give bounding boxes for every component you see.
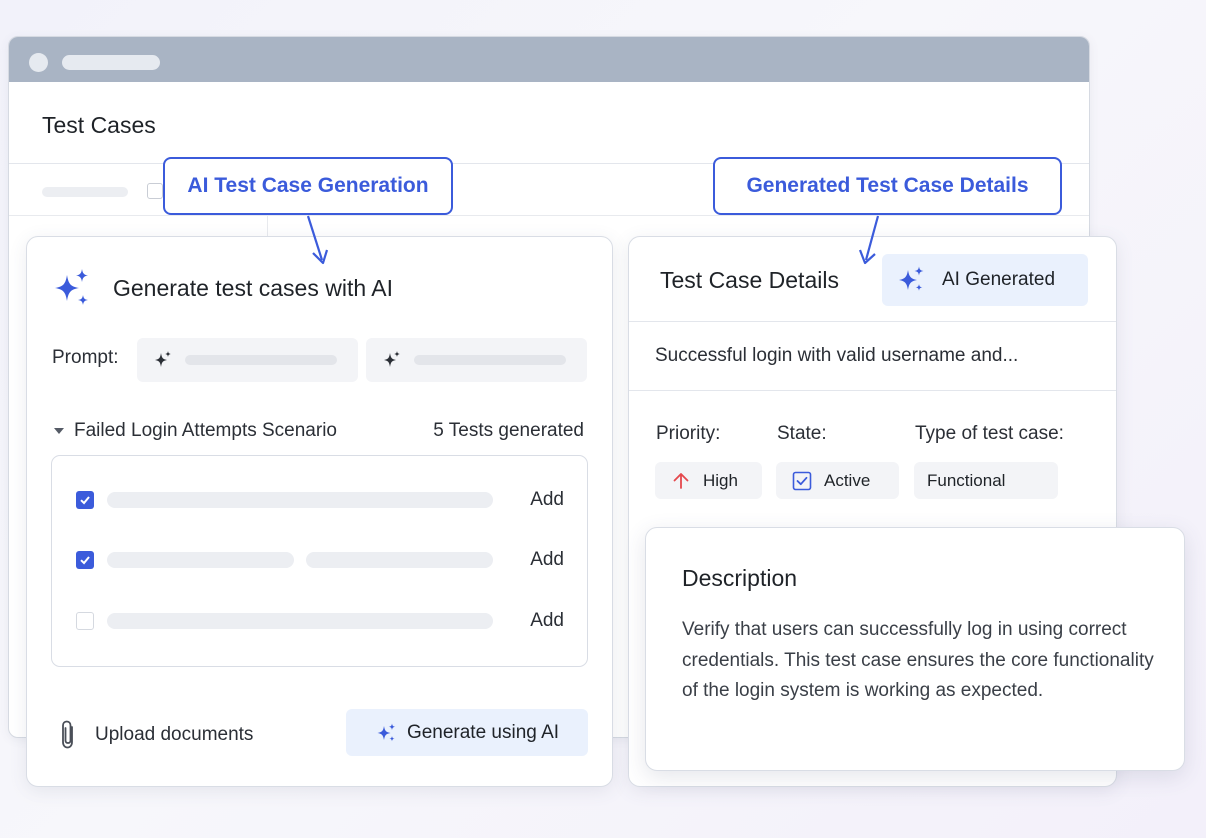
ai-generated-label: AI Generated	[942, 269, 1056, 290]
description-body: Verify that users can successfully log i…	[682, 619, 1154, 701]
state-value: Active	[824, 470, 871, 490]
test-row: Add	[76, 488, 564, 512]
window-titlebar	[9, 37, 1089, 82]
test-checkbox[interactable]	[76, 612, 94, 630]
test-case-summary: Successful login with valid username and…	[655, 345, 1019, 366]
sparkle-icon	[55, 269, 88, 305]
details-title: Test Case Details	[660, 267, 839, 293]
test-title-placeholder	[107, 613, 493, 629]
callout-ai-generation: AI Test Case Generation	[163, 157, 453, 215]
tests-count: 5 Tests generated	[433, 420, 584, 441]
sparkle-icon	[899, 266, 924, 291]
toolbar-placeholder	[42, 187, 128, 197]
generator-title: Generate test cases with AI	[113, 274, 393, 301]
add-test-button[interactable]: Add	[530, 489, 564, 511]
caret-down-icon	[54, 428, 64, 434]
test-title-placeholder	[306, 552, 493, 568]
prompt-suggestion-2-placeholder	[414, 355, 566, 365]
state-label: State:	[777, 423, 827, 444]
test-checkbox[interactable]	[76, 551, 94, 569]
test-title-placeholder	[107, 552, 294, 568]
upload-documents-button[interactable]: Upload documents	[57, 718, 253, 752]
state-chip[interactable]: Active	[776, 462, 899, 499]
checkbox-icon	[792, 471, 812, 490]
toolbar-divider	[9, 215, 1089, 216]
test-row: Add	[76, 609, 564, 633]
sparkle-icon	[377, 723, 396, 741]
sparkle-icon	[384, 351, 400, 367]
callout-ai-generation-label: AI Test Case Generation	[187, 174, 429, 197]
paperclip-icon	[62, 720, 73, 749]
test-checkbox[interactable]	[76, 491, 94, 509]
type-label: Type of test case:	[915, 423, 1064, 444]
ai-generation-card: Generate test cases with AI Prompt: Fail…	[26, 236, 613, 787]
type-value: Functional	[927, 470, 1006, 490]
generator-header: Generate test cases with AI	[51, 267, 393, 309]
prompt-label: Prompt:	[52, 347, 119, 368]
priority-label: Priority:	[656, 423, 721, 444]
add-test-button[interactable]: Add	[530, 549, 564, 571]
description-title: Description	[682, 565, 798, 591]
window-title-placeholder	[62, 55, 160, 70]
priority-chip[interactable]: High	[655, 462, 762, 499]
priority-value: High	[703, 470, 738, 490]
details-divider	[629, 390, 1116, 391]
check-icon	[80, 556, 90, 565]
prompt-suggestion-1[interactable]	[137, 338, 358, 382]
generate-using-ai-button[interactable]: Generate using AI	[346, 709, 588, 756]
callout-generated-details: Generated Test Case Details	[713, 157, 1062, 215]
generated-tests-list: Add Add Add	[51, 455, 588, 667]
description-card: Description Verify that users can succes…	[645, 527, 1185, 771]
ai-generated-badge: AI Generated	[882, 254, 1088, 306]
sparkle-icon	[155, 351, 171, 367]
type-chip[interactable]: Functional	[914, 462, 1058, 499]
callout-generated-details-label: Generated Test Case Details	[746, 174, 1029, 197]
window-control-dot[interactable]	[29, 53, 48, 72]
scenario-toggle[interactable]: Failed Login Attempts Scenario	[54, 420, 337, 442]
generate-using-ai-label: Generate using AI	[406, 721, 560, 743]
prompt-suggestion-2[interactable]	[366, 338, 587, 382]
prompt-suggestion-1-placeholder	[185, 355, 337, 365]
upload-documents-label: Upload documents	[95, 724, 254, 745]
check-icon	[80, 496, 90, 505]
toolbar-file-icon[interactable]	[147, 183, 163, 199]
test-row: Add	[76, 548, 564, 572]
add-test-button[interactable]: Add	[530, 610, 564, 632]
arrow-up-icon	[673, 472, 689, 489]
scenario-title: Failed Login Attempts Scenario	[74, 420, 337, 441]
test-title-placeholder	[107, 492, 493, 508]
details-divider	[629, 321, 1116, 322]
page-title: Test Cases	[42, 112, 156, 138]
